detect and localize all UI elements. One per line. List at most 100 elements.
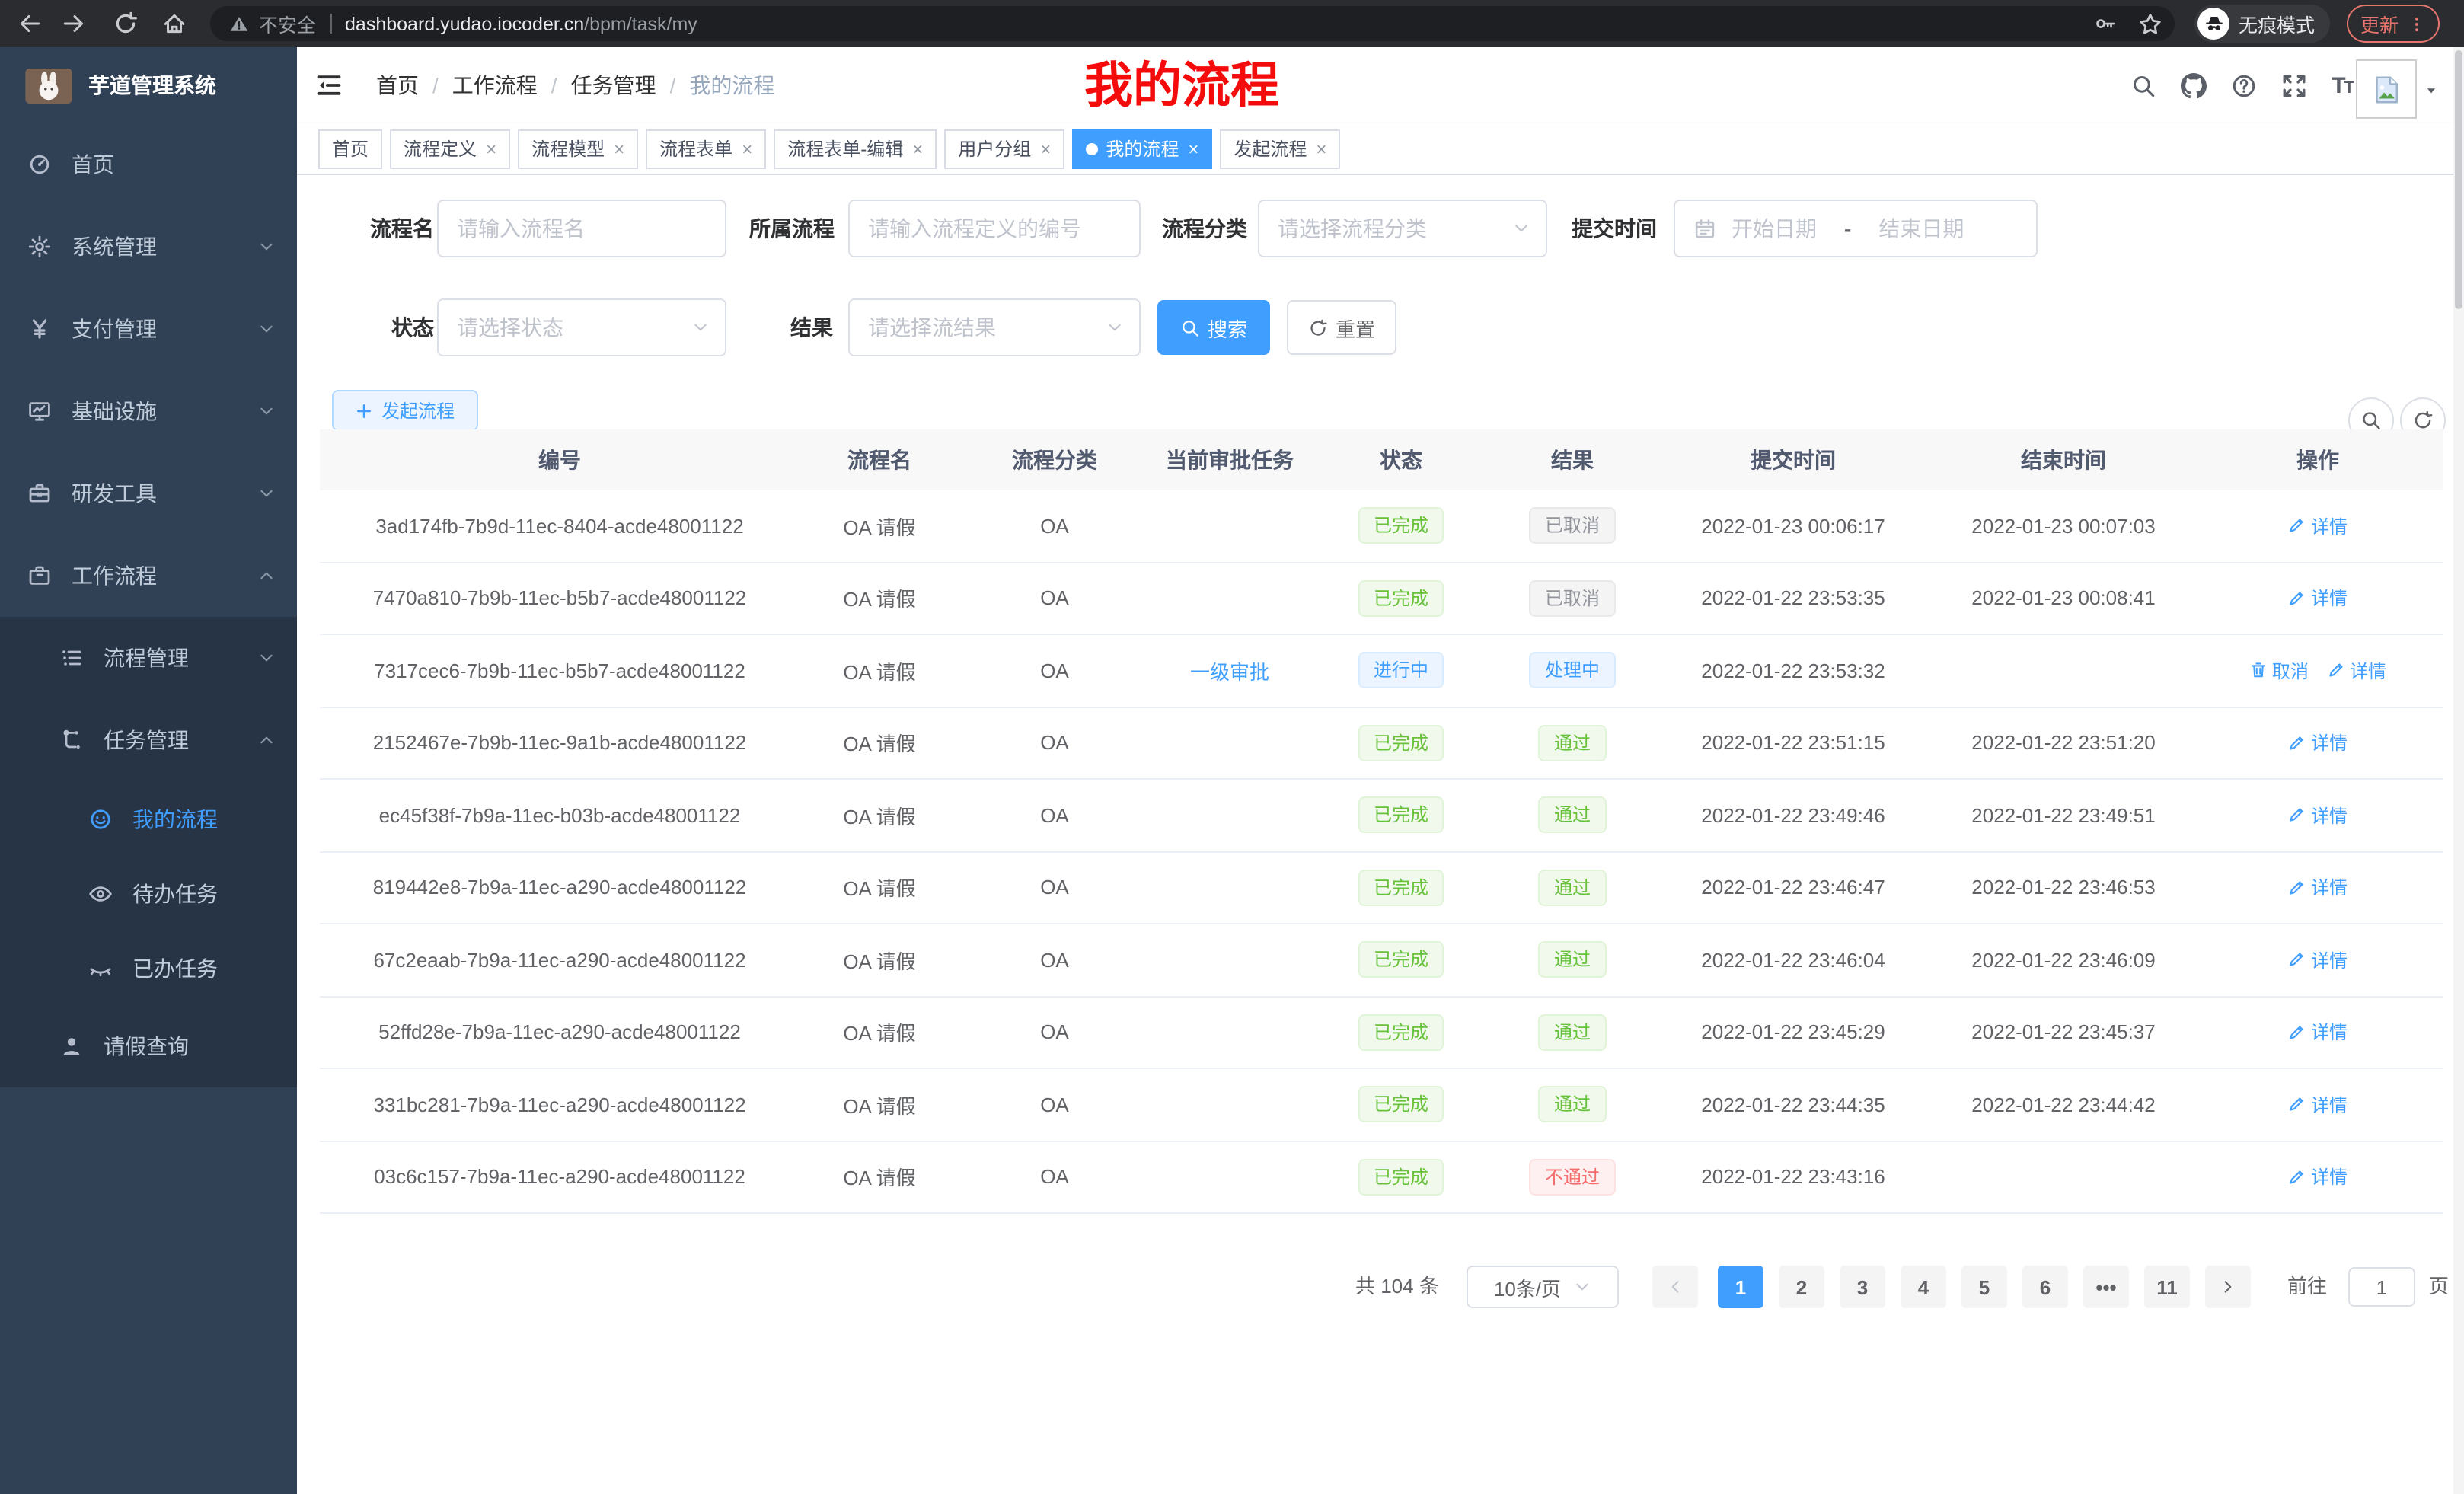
sidebar-item-首页[interactable]: 首页: [0, 123, 297, 206]
详情-action-button[interactable]: 详情: [2288, 875, 2348, 901]
tab-用户分组[interactable]: 用户分组×: [944, 129, 1064, 168]
详情-action-button[interactable]: 详情: [2288, 586, 2348, 611]
incognito-icon: [2203, 13, 2224, 34]
browser-reload-icon[interactable]: [113, 11, 139, 37]
result-select[interactable]: 请选择流结果: [848, 298, 1141, 356]
cell-category: OA: [959, 659, 1150, 682]
详情-action-button[interactable]: 详情: [2288, 803, 2348, 828]
app-logo-row[interactable]: 芋道管理系统: [0, 47, 297, 123]
scrollbar-thumb[interactable]: [2455, 50, 2462, 309]
cell-result: 处理中: [1492, 653, 1652, 689]
详情-action-button[interactable]: 详情: [2288, 513, 2348, 539]
tab-流程表单-编辑[interactable]: 流程表单-编辑×: [774, 129, 937, 168]
tab-close-icon[interactable]: ×: [1040, 138, 1051, 159]
sidebar-item-研发工具[interactable]: 研发工具: [0, 452, 297, 535]
详情-action-button[interactable]: 详情: [2327, 658, 2386, 684]
sidebar-item-我的流程[interactable]: 我的流程: [0, 781, 297, 856]
next-page-button[interactable]: [2205, 1266, 2251, 1308]
page-button-5[interactable]: 5: [1961, 1266, 2007, 1308]
详情-action-button[interactable]: 详情: [2288, 1020, 2348, 1045]
详情-action-button[interactable]: 详情: [2288, 1164, 2348, 1190]
breadcrumb-item[interactable]: 任务管理: [571, 70, 656, 101]
tab-close-icon[interactable]: ×: [1316, 138, 1326, 159]
category-select[interactable]: 请选择流程分类: [1258, 200, 1547, 257]
tab-close-icon[interactable]: ×: [1188, 138, 1198, 159]
page-ellipsis[interactable]: •••: [2083, 1266, 2129, 1308]
cell-actions: 详情: [2193, 1020, 2443, 1045]
submit-time-range-picker[interactable]: 开始日期 - 结束日期: [1674, 200, 2038, 257]
取消-action-button[interactable]: 取消: [2249, 658, 2309, 684]
browser-home-icon[interactable]: [161, 11, 187, 37]
key-icon[interactable]: [2094, 12, 2117, 35]
table-row: 2152467e-7b9b-11ec-9a1b-acde48001122OA 请…: [320, 707, 2443, 780]
sidebar-item-基础设施[interactable]: 基础设施: [0, 370, 297, 452]
edit-icon: [2327, 662, 2345, 680]
sidebar-item-支付管理[interactable]: 支付管理: [0, 288, 297, 370]
update-button[interactable]: 更新: [2347, 5, 2440, 43]
sidebar-item-系统管理[interactable]: 系统管理: [0, 206, 297, 288]
current-task-link[interactable]: 一级审批: [1190, 661, 1269, 684]
page-size-select[interactable]: 10条/页: [1467, 1266, 1619, 1308]
face-icon: [88, 806, 113, 831]
bookmark-star-icon[interactable]: [2138, 11, 2162, 36]
tab-close-icon[interactable]: ×: [742, 138, 752, 159]
breadcrumb-item[interactable]: 首页: [376, 70, 419, 101]
sidebar-item-流程管理[interactable]: 流程管理: [0, 617, 297, 699]
fullscreen-icon[interactable]: [2281, 72, 2307, 98]
action-label: 详情: [2311, 586, 2348, 611]
page-button-3[interactable]: 3: [1840, 1266, 1885, 1308]
page-scrollbar[interactable]: [2453, 47, 2464, 1494]
tab-close-icon[interactable]: ×: [614, 138, 624, 159]
process-key-input[interactable]: 请输入流程定义的编号: [848, 200, 1141, 257]
tab-close-icon[interactable]: ×: [486, 138, 496, 159]
详情-action-button[interactable]: 详情: [2288, 730, 2348, 756]
tab-流程定义[interactable]: 流程定义×: [390, 129, 510, 168]
browser-menu-icon[interactable]: [2408, 13, 2426, 34]
process-name-input[interactable]: 请输入流程名: [437, 200, 726, 257]
tab-发起流程[interactable]: 发起流程×: [1220, 129, 1340, 168]
tab-首页[interactable]: 首页: [318, 129, 382, 168]
tab-流程表单[interactable]: 流程表单×: [646, 129, 766, 168]
browser-back-icon[interactable]: [17, 11, 43, 37]
tab-close-icon[interactable]: ×: [912, 138, 923, 159]
page-button-11[interactable]: 11: [2144, 1266, 2190, 1308]
page-button-4[interactable]: 4: [1901, 1266, 1946, 1308]
sidebar-toggle-icon[interactable]: [315, 72, 343, 99]
action-label: 详情: [2311, 803, 2348, 828]
avatar-caret-icon[interactable]: [2424, 84, 2438, 97]
breadcrumb-separator: /: [432, 73, 439, 97]
reset-button[interactable]: 重置: [1287, 300, 1396, 355]
sidebar-item-请假查询[interactable]: 请假查询: [0, 1005, 297, 1087]
sidebar-item-待办任务[interactable]: 待办任务: [0, 856, 297, 931]
goto-page-input[interactable]: [2348, 1267, 2415, 1307]
browser-forward-icon[interactable]: [61, 11, 87, 37]
status-select[interactable]: 请选择状态: [437, 298, 726, 356]
search-button[interactable]: 搜索: [1157, 300, 1270, 355]
sidebar-item-工作流程[interactable]: 工作流程: [0, 535, 297, 617]
tab-流程模型[interactable]: 流程模型×: [518, 129, 638, 168]
cell-category: OA: [959, 1093, 1150, 1116]
tab-我的流程[interactable]: 我的流程×: [1072, 129, 1212, 168]
header-search-icon[interactable]: [2130, 72, 2156, 98]
breadcrumb-separator: /: [670, 73, 676, 97]
font-size-icon[interactable]: TT: [2332, 72, 2353, 98]
chevron-down-icon: [257, 320, 276, 338]
url-bar[interactable]: 不安全 dashboard.yudao.iocoder.cn/bpm/task/…: [210, 6, 2175, 41]
page-button-1[interactable]: 1: [1718, 1266, 1763, 1308]
sidebar-item-已办任务[interactable]: 已办任务: [0, 931, 297, 1005]
page-button-2[interactable]: 2: [1779, 1266, 1824, 1308]
详情-action-button[interactable]: 详情: [2288, 947, 2348, 973]
详情-action-button[interactable]: 详情: [2288, 1092, 2348, 1118]
avatar[interactable]: [2356, 59, 2417, 119]
breadcrumb-item[interactable]: 工作流程: [452, 70, 538, 101]
not-secure-icon[interactable]: [228, 13, 250, 34]
create-process-button[interactable]: 发起流程: [332, 390, 478, 431]
sidebar-item-任务管理[interactable]: 任务管理: [0, 699, 297, 781]
prev-page-button[interactable]: [1652, 1266, 1698, 1308]
cell-category: OA: [959, 1166, 1150, 1189]
page-button-6[interactable]: 6: [2022, 1266, 2068, 1308]
github-icon[interactable]: [2181, 72, 2207, 98]
help-icon[interactable]: [2231, 72, 2257, 98]
cell-status: 已完成: [1310, 1014, 1492, 1051]
filter-status-label: 状态: [327, 298, 434, 356]
